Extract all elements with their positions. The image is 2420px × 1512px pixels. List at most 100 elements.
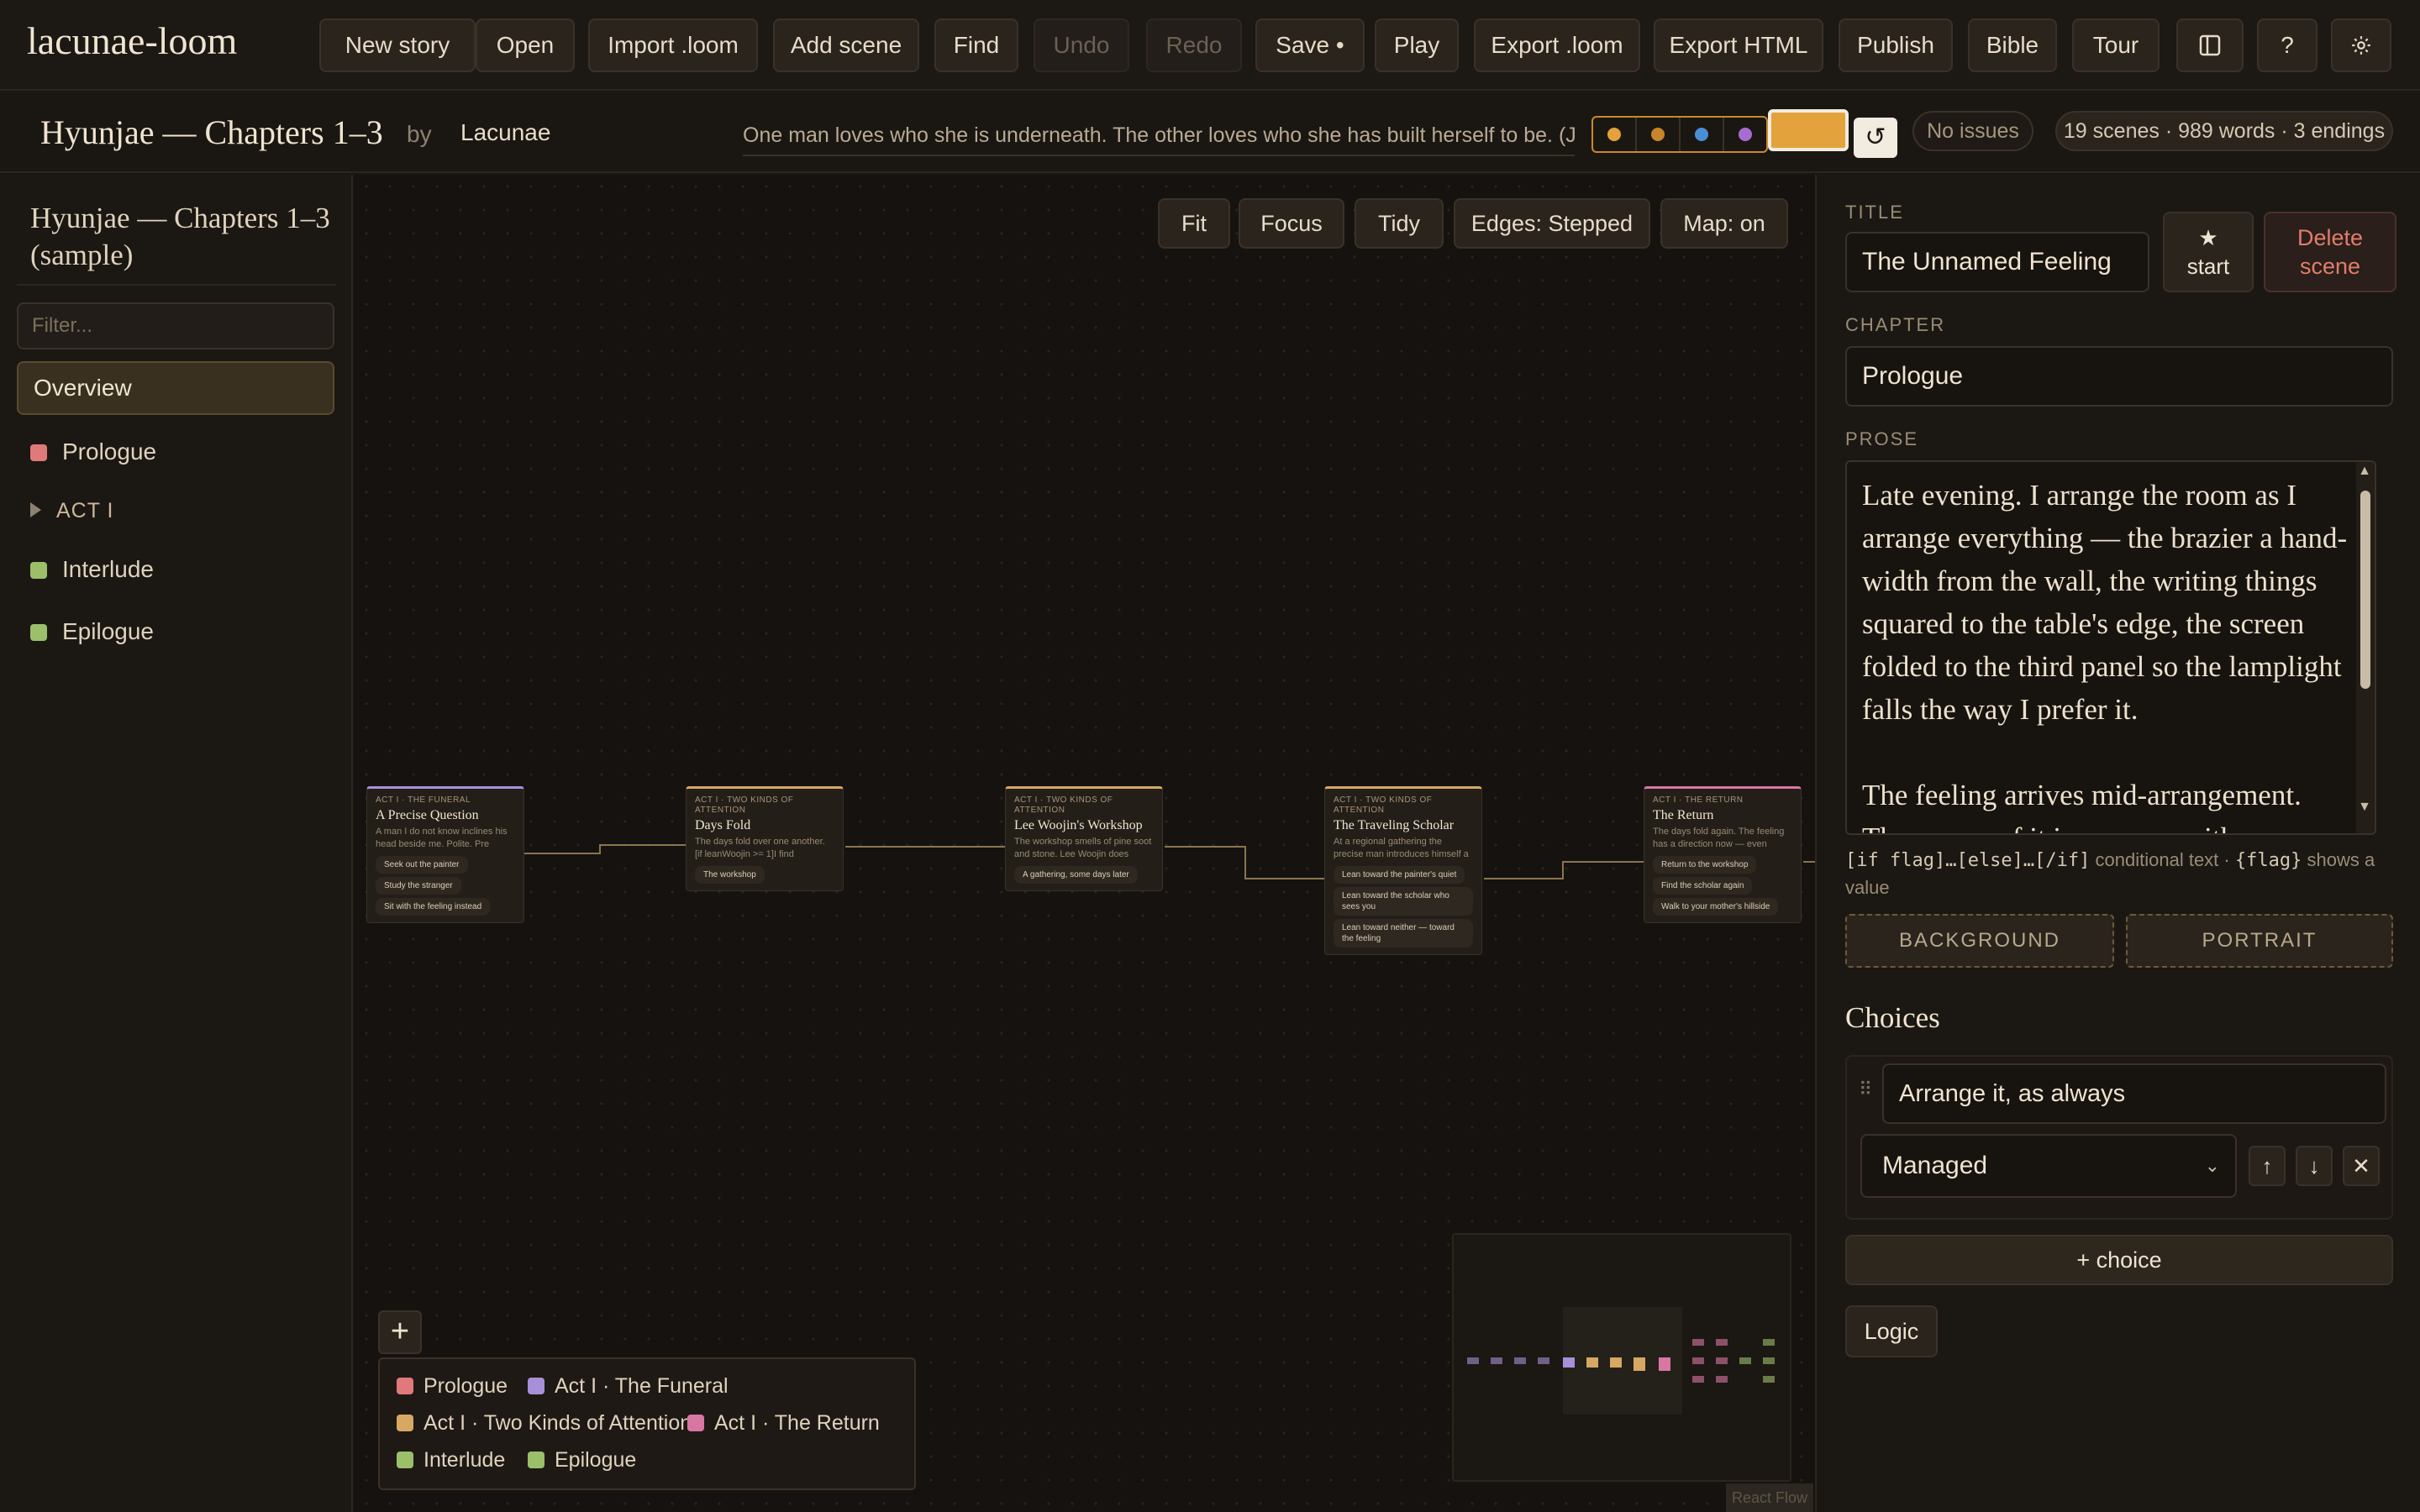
legend-swatch (397, 1415, 413, 1431)
node-choice[interactable]: Return to the workshop (1653, 856, 1757, 874)
story-graph-canvas[interactable]: Fit Focus Tidy Edges: Stepped Map: on AC… (355, 175, 1815, 1512)
minimap-node (1763, 1339, 1775, 1346)
export-html-button[interactable]: Export HTML (1654, 18, 1823, 72)
scene-node[interactable]: ACT I · THE RETURN The Return The days f… (1644, 786, 1802, 923)
prose-scrollbar[interactable]: ▲ ▼ (2356, 462, 2375, 833)
export-loom-button[interactable]: Export .loom (1474, 18, 1640, 72)
node-choice[interactable]: Seek out the painter (376, 856, 468, 874)
node-choice[interactable]: A gathering, some days later (1014, 866, 1138, 884)
background-image-button[interactable]: BACKGROUND (1845, 914, 2114, 968)
node-choice[interactable]: Sit with the feeling instead (376, 898, 491, 916)
drag-handle-icon[interactable]: ⠿ (1859, 1079, 1872, 1100)
graph-edge[interactable] (524, 844, 686, 854)
node-choice[interactable]: Study the stranger (376, 877, 461, 895)
expand-triangle-icon[interactable] (30, 502, 41, 517)
swatch-dot (1693, 126, 1710, 143)
minimap-node (1763, 1357, 1775, 1364)
bible-button[interactable]: Bible (1968, 18, 2057, 72)
story-title[interactable]: Hyunjae — Chapters 1–3 (40, 113, 383, 152)
add-choice-button[interactable]: + choice (1845, 1235, 2393, 1285)
legend-label: Act I · The Return (714, 1411, 880, 1435)
legend-label: Epilogue (555, 1448, 637, 1472)
sidebar-item-label: Prologue (62, 438, 157, 465)
node-choice[interactable]: Lean toward neither — toward the feeling (1334, 919, 1473, 948)
sidebar-item-label: ACT I (56, 499, 114, 522)
swatch-3[interactable] (1681, 118, 1724, 151)
chapter-field[interactable]: Prologue (1845, 346, 2393, 407)
prose-textarea[interactable]: Late evening. I arrange the room as I ar… (1845, 460, 2376, 835)
scene-node[interactable]: ACT I · TWO KINDS OF ATTENTION Lee Wooji… (1005, 786, 1163, 891)
publish-button[interactable]: Publish (1839, 18, 1953, 72)
sidebar-item-act-1[interactable]: ACT I (30, 494, 113, 528)
accent-color-picker[interactable] (1768, 109, 1849, 151)
node-choice[interactable]: Lean toward the painter's quiet (1334, 866, 1465, 884)
legend-label: Act I · The Funeral (555, 1374, 729, 1398)
node-choice[interactable]: Walk to your mother's hillside (1653, 898, 1779, 916)
node-act-label: ACT I · THE FUNERAL (376, 795, 471, 805)
set-start-button[interactable]: ★ start (2163, 212, 2254, 292)
choice-target-select[interactable]: Managed ⌄ (1860, 1134, 2237, 1198)
delete-scene-button[interactable]: Delete scene (2264, 212, 2396, 292)
scrollbar-thumb[interactable] (2360, 491, 2370, 689)
node-title: Days Fold (695, 818, 751, 832)
node-choice[interactable]: The workshop (695, 866, 765, 884)
graph-edge[interactable] (1484, 861, 1644, 879)
play-button[interactable]: Play (1375, 18, 1459, 72)
undo-button[interactable]: Undo (1034, 18, 1129, 72)
scene-node[interactable]: ACT I · TWO KINDS OF ATTENTION The Trave… (1324, 786, 1482, 955)
find-button[interactable]: Find (934, 18, 1018, 72)
react-flow-attribution[interactable]: React Flow (1726, 1483, 1813, 1512)
move-down-button[interactable]: ↓ (2296, 1146, 2333, 1186)
swatch-2[interactable] (1637, 118, 1681, 151)
logic-button[interactable]: Logic (1845, 1305, 1938, 1357)
sidebar-item-overview[interactable]: Overview (17, 361, 334, 415)
add-node-button[interactable]: + (378, 1310, 422, 1354)
tidy-button[interactable]: Tidy (1355, 198, 1444, 249)
issues-badge[interactable]: No issues (1912, 111, 2033, 151)
sidebar-toggle-button[interactable] (2176, 18, 2244, 72)
legend-item: Act I · The Return (687, 1411, 880, 1436)
scene-title-input[interactable]: The Unnamed Feeling (1845, 232, 2149, 292)
minimap-toggle-button[interactable]: Map: on (1660, 198, 1788, 249)
node-choice[interactable]: Find the scholar again (1653, 877, 1753, 895)
author-name[interactable]: Lacunae (460, 119, 550, 146)
prose-text: Late evening. I arrange the room as I ar… (1862, 479, 2348, 833)
filter-input[interactable] (17, 302, 334, 349)
sidebar-item-prologue[interactable]: Prologue (30, 435, 156, 469)
scene-node[interactable]: ACT I · THE FUNERAL A Precise Question A… (366, 786, 524, 923)
tour-button[interactable]: Tour (2072, 18, 2160, 72)
node-act-label: ACT I · TWO KINDS OF ATTENTION (1014, 795, 1113, 815)
swatch-1[interactable] (1593, 118, 1637, 151)
choice-target-value: Managed (1882, 1152, 1988, 1179)
open-button[interactable]: Open (476, 18, 575, 72)
import-loom-button[interactable]: Import .loom (588, 18, 758, 72)
scroll-up-icon[interactable]: ▲ (2358, 464, 2371, 479)
save-button[interactable]: Save • (1255, 18, 1365, 72)
title-label: TITLE (1845, 202, 1904, 223)
portrait-image-button[interactable]: PORTRAIT (2126, 914, 2393, 968)
minimap[interactable] (1452, 1233, 1791, 1482)
reset-color-button[interactable]: ↺ (1854, 118, 1897, 158)
settings-button[interactable] (2331, 18, 2391, 72)
add-scene-button[interactable]: Add scene (773, 18, 919, 72)
hint-if-desc: conditional text · (2095, 849, 2230, 870)
scene-node[interactable]: ACT I · TWO KINDS OF ATTENTION Days Fold… (686, 786, 844, 891)
help-button[interactable]: ? (2257, 18, 2317, 72)
choice-text-input[interactable]: Arrange it, as always (1882, 1063, 2386, 1124)
remove-choice-button[interactable]: ✕ (2343, 1146, 2380, 1186)
sidebar-item-interlude[interactable]: Interlude (30, 553, 154, 586)
edge-style-button[interactable]: Edges: Stepped (1454, 198, 1650, 249)
redo-button[interactable]: Redo (1146, 18, 1242, 72)
move-up-button[interactable]: ↑ (2249, 1146, 2286, 1186)
new-story-button[interactable]: New story (319, 18, 476, 72)
swatch-dot (1737, 126, 1754, 143)
focus-button[interactable]: Focus (1239, 198, 1344, 249)
logline-input[interactable]: One man loves who she is underneath. The… (743, 116, 1575, 156)
scroll-down-icon[interactable]: ▼ (2358, 800, 2371, 815)
node-choice[interactable]: Lean toward the scholar who sees you (1334, 887, 1473, 916)
minimap-node (1563, 1357, 1575, 1368)
fit-button[interactable]: Fit (1158, 198, 1230, 249)
sidebar-item-epilogue[interactable]: Epilogue (30, 615, 154, 648)
swatch-4[interactable] (1724, 118, 1766, 151)
graph-edge[interactable] (1165, 846, 1324, 879)
